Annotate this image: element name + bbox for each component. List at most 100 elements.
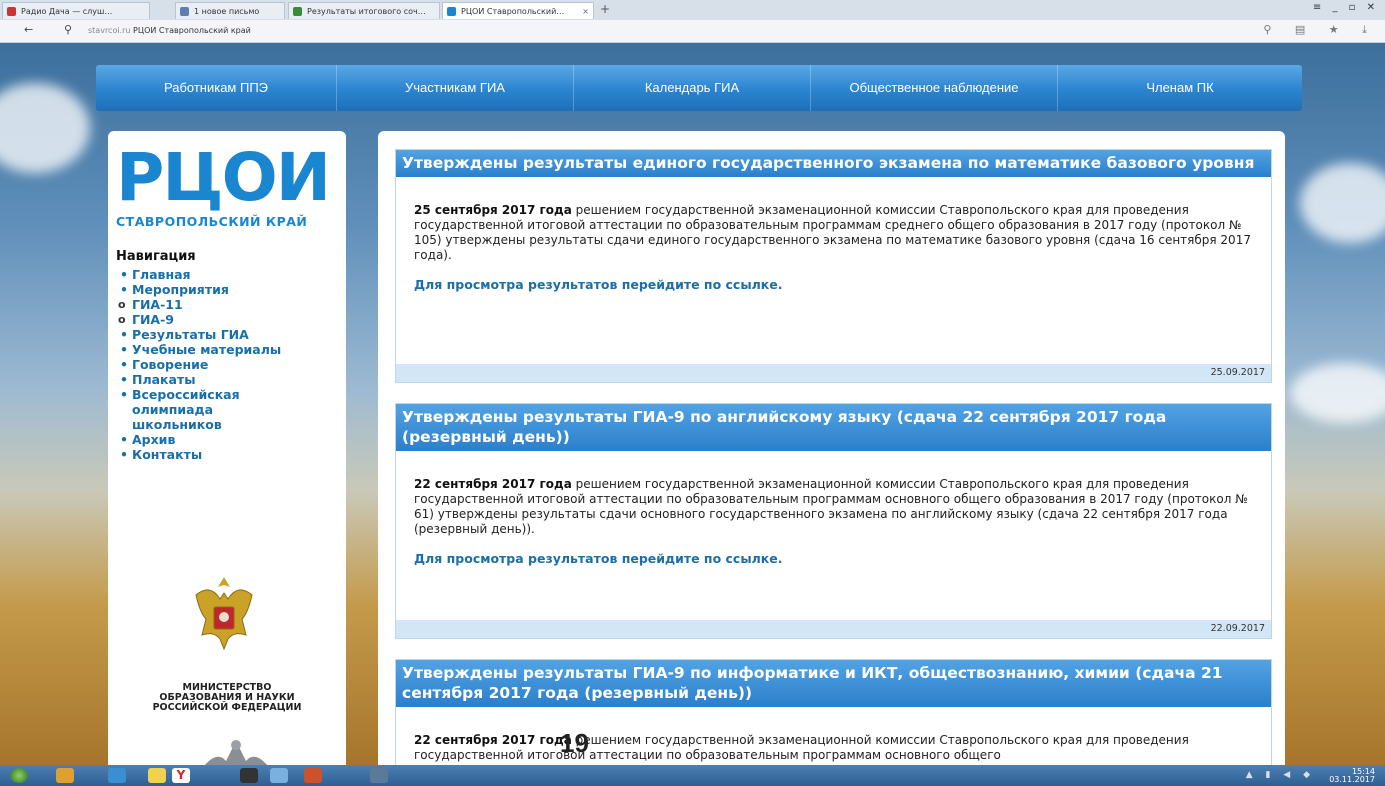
article-body: 25 сентября 2017 года решением государст… [396, 177, 1271, 263]
article-body: 22 сентября 2017 года решением государст… [396, 451, 1271, 537]
browser-tab-active[interactable]: РЦОИ Ставропольский… × [442, 2, 594, 19]
media-player-icon[interactable] [56, 768, 74, 783]
system-tray[interactable]: ▲ ▮ ◀ ◆ [1246, 770, 1315, 780]
top-menu: Работникам ППЭ Участникам ГИА Календарь … [96, 65, 1302, 111]
news-article: Утверждены результаты ГИА-9 по английско… [395, 403, 1272, 639]
url-page-title: РЦОИ Ставропольский край [133, 26, 251, 35]
nav-item-label: Главная [132, 267, 191, 282]
new-tab-button[interactable]: + [597, 2, 613, 17]
bullet-icon: • [120, 342, 128, 357]
sidebar: РЦОИ СТАВРОПОЛЬСКИЙ КРАЙ Навигация • Глав… [108, 131, 346, 765]
article-title[interactable]: Утверждены результаты ГИА-9 по информати… [396, 660, 1271, 707]
cloud-decoration [1290, 363, 1385, 423]
circle-bullet-icon: o [118, 298, 126, 311]
results-link[interactable]: Для просмотра результатов перейдите по с… [396, 263, 1271, 292]
nav-item-label: Результаты ГИА [132, 327, 249, 342]
article-date: 25.09.2017 [396, 364, 1271, 382]
tab-label: Радио Дача — слуш… [21, 7, 113, 16]
tab-favicon-icon [180, 7, 189, 16]
circle-bullet-icon: o [118, 313, 126, 326]
bookmark-icon[interactable]: ⚲ [64, 23, 72, 36]
yandex-browser-icon[interactable]: Y [172, 768, 190, 783]
nav-item-label: Плакаты [132, 372, 196, 387]
results-link[interactable]: Для просмотра результатов перейдите по с… [396, 537, 1271, 566]
bullet-icon: • [120, 267, 128, 282]
browser-tab[interactable]: 1 новое письмо [175, 2, 285, 19]
tab-favicon-icon [7, 7, 16, 16]
nav-heading: Навигация [116, 249, 196, 264]
browser-icon[interactable] [108, 768, 126, 783]
nav-item-label: Архив [132, 432, 176, 447]
app-icon[interactable] [370, 768, 388, 783]
news-article: Утверждены результаты единого государств… [395, 149, 1272, 383]
nav-item-label: Всероссийская олимпиада школьников [132, 387, 240, 432]
menu-item-pk-members[interactable]: Членам ПК [1058, 65, 1302, 111]
nav-item-olympiad[interactable]: • Всероссийская олимпиада школьников [118, 387, 282, 432]
article-title[interactable]: Утверждены результаты ГИА-9 по английско… [396, 404, 1271, 451]
slide-number: 19 [560, 728, 589, 758]
nav-item-events[interactable]: • Мероприятия [118, 282, 343, 297]
nav-list: • Главная • Мероприятия o ГИА-11 o ГИА-9 • Ре… [118, 267, 343, 462]
menu-item-public-observation[interactable]: Общественное наблюдение [811, 65, 1058, 111]
clock[interactable]: 15:14 03.11.2017 [1329, 768, 1375, 784]
article-title[interactable]: Утверждены результаты единого государств… [396, 150, 1271, 177]
nav-item-label: Контакты [132, 447, 203, 462]
nav-item-label: ГИА-11 [132, 297, 183, 312]
tab-label: Результаты итогового соч… [307, 7, 426, 16]
article-body: 22 сентября 2017 года решением государст… [396, 707, 1271, 763]
ministry-caption: МИНИСТЕРСТВО ОБРАЗОВАНИЯ И НАУКИ РОССИЙС… [108, 683, 346, 713]
app-icon[interactable] [270, 768, 288, 783]
nav-item-home[interactable]: • Главная [118, 267, 343, 282]
menu-item-ppe-workers[interactable]: Работникам ППЭ [96, 65, 337, 111]
cloud-decoration [1300, 163, 1385, 243]
bullet-icon: • [120, 387, 128, 402]
url-field[interactable]: stavrcoi.ru РЦОИ Ставропольский край [88, 24, 251, 38]
back-arrow-icon[interactable]: ← [24, 23, 33, 36]
second-emblem-icon[interactable] [196, 735, 276, 765]
menu-item-gia-calendar[interactable]: Календарь ГИА [574, 65, 811, 111]
nav-item-speaking[interactable]: • Говорение [118, 357, 343, 372]
nav-item-contacts[interactable]: • Контакты [118, 447, 343, 462]
page-background: Работникам ППЭ Участникам ГИА Календарь … [0, 43, 1385, 765]
cloud-decoration [0, 83, 90, 173]
bullet-icon: • [120, 372, 128, 387]
url-host: stavrcoi.ru [88, 26, 131, 35]
browser-tab-bar: Радио Дача — слуш… 1 новое письмо Резуль… [0, 0, 1385, 20]
menu-item-gia-participants[interactable]: Участникам ГИА [337, 65, 574, 111]
site-logo-subtitle: СТАВРОПОЛЬСКИЙ КРАЙ [116, 214, 308, 229]
bullet-icon: • [120, 447, 128, 462]
nav-item-gia-11[interactable]: o ГИА-11 [118, 297, 343, 312]
bullet-icon: • [120, 282, 128, 297]
start-button-icon[interactable] [10, 768, 28, 783]
nav-item-label: ГИА-9 [132, 312, 174, 327]
nav-item-label: Мероприятия [132, 282, 229, 297]
article-date-bold: 25 сентября 2017 года [414, 203, 572, 217]
site-logo[interactable]: РЦОИ [116, 145, 331, 211]
nav-item-gia-results[interactable]: • Результаты ГИА [118, 327, 343, 342]
powerpoint-icon[interactable] [304, 768, 322, 783]
nav-item-gia-9[interactable]: o ГИА-9 [118, 312, 343, 327]
address-bar: ← ⚲ stavrcoi.ru РЦОИ Ставропольский край… [0, 20, 1385, 43]
nav-item-archive[interactable]: • Архив [118, 432, 343, 447]
browser-tab[interactable]: Результаты итогового соч… [288, 2, 440, 19]
app-icon[interactable] [240, 768, 258, 783]
nav-item-posters[interactable]: • Плакаты [118, 372, 343, 387]
os-taskbar: Y ▲ ▮ ◀ ◆ 15:14 03.11.2017 [0, 765, 1385, 786]
coat-of-arms-icon[interactable] [190, 573, 258, 653]
bullet-icon: • [120, 432, 128, 447]
ministry-line: РОССИЙСКОЙ ФЕДЕРАЦИИ [152, 702, 302, 713]
tab-label: РЦОИ Ставропольский… [461, 7, 565, 16]
browser-tab[interactable]: Радио Дача — слуш… [2, 2, 150, 19]
bullet-icon: • [120, 357, 128, 372]
folder-icon[interactable] [148, 768, 166, 783]
tab-favicon-icon [293, 7, 302, 16]
tab-favicon-icon [447, 7, 456, 16]
article-date-bold: 22 сентября 2017 года [414, 733, 572, 747]
window-controls[interactable]: ≡ _ ▫ ✕ [1313, 2, 1379, 13]
address-bar-icons[interactable]: ⚲ ▤ ★ ⤓ [1263, 23, 1377, 37]
nav-item-label: Говорение [132, 357, 209, 372]
tab-close-icon[interactable]: × [582, 3, 589, 19]
bullet-icon: • [120, 327, 128, 342]
clock-date: 03.11.2017 [1329, 775, 1375, 784]
nav-item-study-materials[interactable]: • Учебные материалы [118, 342, 343, 357]
